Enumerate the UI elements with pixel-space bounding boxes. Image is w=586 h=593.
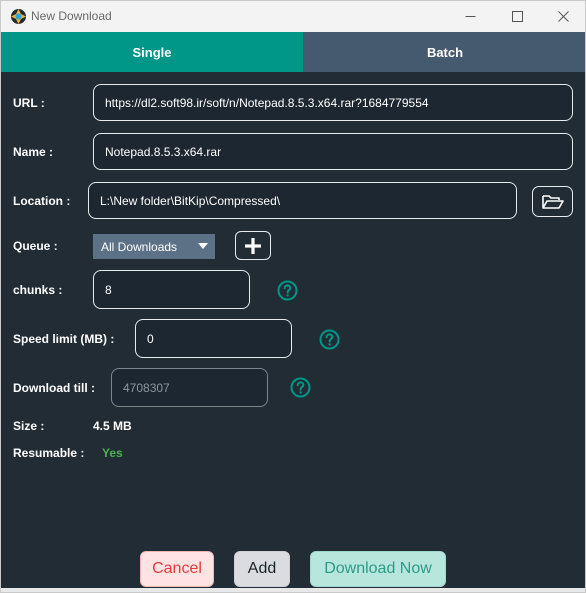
chunks-value: 8 bbox=[105, 282, 112, 297]
download-till-input[interactable]: 4708307 bbox=[111, 368, 268, 407]
speed-limit-label: Speed limit (MB) : bbox=[13, 332, 115, 346]
title-bar: New Download bbox=[1, 1, 585, 32]
download-now-button[interactable]: Download Now bbox=[310, 551, 446, 587]
chunks-input[interactable]: 8 bbox=[93, 270, 250, 309]
url-input[interactable]: https://dl2.soft98.ir/soft/n/Notepad.8.5… bbox=[93, 84, 573, 121]
tab-batch[interactable]: Batch bbox=[303, 32, 585, 72]
speed-limit-help-icon[interactable] bbox=[319, 329, 340, 350]
queue-selected-value: All Downloads bbox=[101, 239, 178, 254]
download-till-help-icon[interactable] bbox=[290, 377, 311, 398]
tab-single[interactable]: Single bbox=[1, 32, 303, 72]
resumable-label: Resumable : bbox=[13, 446, 85, 460]
size-label: Size : bbox=[13, 419, 45, 433]
minimize-icon bbox=[465, 16, 475, 17]
add-queue-button[interactable] bbox=[235, 231, 271, 260]
resumable-value: Yes bbox=[102, 446, 123, 460]
maximize-icon bbox=[511, 11, 523, 22]
new-download-window: New Download Single Batch URL : https://… bbox=[0, 0, 586, 593]
chunks-help-icon[interactable] bbox=[277, 280, 298, 301]
window-title: New Download bbox=[31, 9, 112, 23]
name-input[interactable]: Notepad.8.5.3.x64.rar bbox=[93, 133, 573, 170]
download-till-placeholder: 4708307 bbox=[123, 380, 170, 395]
url-value: https://dl2.soft98.ir/soft/n/Notepad.8.5… bbox=[105, 95, 429, 110]
name-value: Notepad.8.5.3.x64.rar bbox=[105, 144, 222, 159]
queue-label: Queue : bbox=[13, 239, 58, 253]
folder-open-icon bbox=[541, 194, 564, 209]
location-label: Location : bbox=[13, 194, 71, 208]
close-icon bbox=[557, 11, 569, 22]
download-till-label: Download till : bbox=[13, 381, 95, 395]
queue-select[interactable]: All Downloads bbox=[93, 234, 215, 259]
location-input[interactable]: L:\New folder\BitKip\Compressed\ bbox=[88, 182, 517, 219]
size-value: 4.5 MB bbox=[93, 419, 132, 433]
cancel-button[interactable]: Cancel bbox=[140, 551, 214, 587]
chunks-label: chunks : bbox=[13, 283, 63, 297]
url-label: URL : bbox=[13, 96, 45, 110]
chevron-down-icon bbox=[198, 243, 208, 249]
speed-limit-input[interactable]: 0 bbox=[135, 319, 292, 358]
app-logo-icon bbox=[11, 9, 26, 24]
download-form: URL : https://dl2.soft98.ir/soft/n/Notep… bbox=[1, 72, 585, 592]
minimize-button[interactable] bbox=[448, 1, 492, 32]
add-button[interactable]: Add bbox=[234, 551, 290, 587]
plus-icon bbox=[245, 237, 261, 254]
browse-folder-button[interactable] bbox=[532, 186, 573, 217]
bottom-border bbox=[1, 588, 585, 592]
close-button[interactable] bbox=[541, 1, 585, 32]
name-label: Name : bbox=[13, 145, 54, 159]
speed-limit-value: 0 bbox=[147, 331, 154, 346]
maximize-button[interactable] bbox=[495, 1, 539, 32]
location-value: L:\New folder\BitKip\Compressed\ bbox=[100, 193, 281, 208]
